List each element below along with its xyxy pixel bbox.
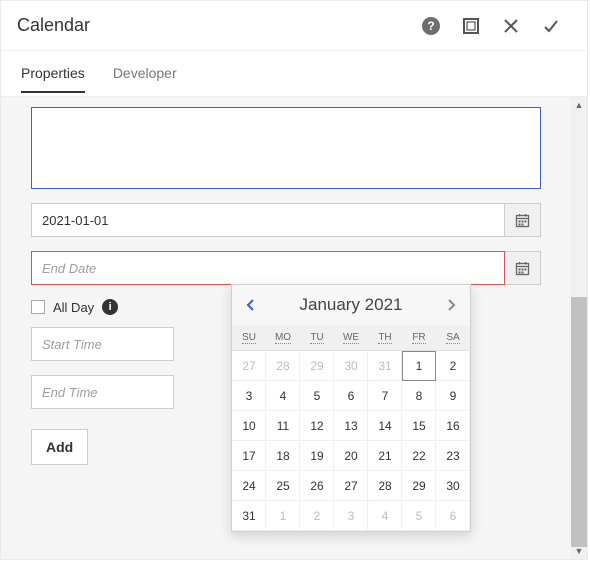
datepicker-day-cell[interactable]: 16 [436,411,470,441]
datepicker-day-cell[interactable]: 1 [402,351,436,381]
datepicker-day-cell[interactable]: 18 [266,441,300,471]
datepicker-day-cell[interactable]: 27 [232,351,266,381]
tab-properties[interactable]: Properties [21,65,85,93]
datepicker-day-cell[interactable]: 1 [266,501,300,531]
datepicker-dow-cell: WE [334,325,368,351]
vertical-scrollbar[interactable]: ▲ ▼ [571,97,587,559]
datepicker-day-cell[interactable]: 27 [334,471,368,501]
datepicker-day-cell[interactable]: 24 [232,471,266,501]
datepicker-day-cell[interactable]: 10 [232,411,266,441]
datepicker-day-cell[interactable]: 20 [334,441,368,471]
datepicker-dow-cell: FR [402,325,436,351]
chevron-left-icon [246,299,256,311]
start-time-input[interactable]: Start Time [31,327,174,361]
datepicker-day-cell[interactable]: 6 [436,501,470,531]
datepicker-day-cell[interactable]: 29 [300,351,334,381]
datepicker-day-cell[interactable]: 30 [334,351,368,381]
datepicker-next-button[interactable] [438,292,464,318]
fullscreen-button[interactable] [451,6,491,46]
datepicker-day-cell[interactable]: 15 [402,411,436,441]
datepicker-day-cell[interactable]: 21 [368,441,402,471]
datepicker-day-cell[interactable]: 31 [232,501,266,531]
end-time-row: End Time [31,375,174,409]
datepicker-dow-row: SUMOTUWETHFRSA [232,325,470,351]
datepicker-day-cell[interactable]: 4 [368,501,402,531]
datepicker-day-cell[interactable]: 26 [300,471,334,501]
datepicker-day-cell[interactable]: 2 [436,351,470,381]
start-date-row: 2021-01-01 [31,203,541,237]
all-day-label: All Day [53,300,94,315]
datepicker-day-cell[interactable]: 7 [368,381,402,411]
datepicker-day-cell[interactable]: 5 [300,381,334,411]
fullscreen-icon [463,18,479,34]
close-icon [503,18,519,34]
scroll-up-arrow[interactable]: ▲ [571,97,587,113]
datepicker-day-cell[interactable]: 22 [402,441,436,471]
end-time-input[interactable]: End Time [31,375,174,409]
datepicker-header: January 2021 [232,285,470,325]
datepicker-day-cell[interactable]: 8 [402,381,436,411]
datepicker-day-cell[interactable]: 2 [300,501,334,531]
start-date-input[interactable]: 2021-01-01 [31,203,505,237]
datepicker-day-cell[interactable]: 14 [368,411,402,441]
dialog-header: Calendar ? [1,1,587,51]
datepicker-days-grid: 2728293031123456789101112131415161718192… [232,351,470,531]
datepicker-prev-button[interactable] [238,292,264,318]
datepicker-day-cell[interactable]: 5 [402,501,436,531]
description-textarea[interactable] [31,107,541,189]
datepicker-day-cell[interactable]: 13 [334,411,368,441]
datepicker-day-cell[interactable]: 3 [334,501,368,531]
datepicker-day-cell[interactable]: 12 [300,411,334,441]
scroll-thumb[interactable] [571,297,587,547]
tabs: Properties Developer [1,51,587,93]
datepicker-popup: January 2021 SUMOTUWETHFRSA 272829303112… [231,284,471,532]
help-icon: ? [422,17,440,35]
end-date-picker-button[interactable] [505,251,541,285]
datepicker-day-cell[interactable]: 17 [232,441,266,471]
datepicker-day-cell[interactable]: 28 [368,471,402,501]
submit-button[interactable] [531,6,571,46]
chevron-right-icon [446,299,456,311]
end-date-input[interactable]: End Date [31,251,505,285]
datepicker-day-cell[interactable]: 23 [436,441,470,471]
datepicker-day-cell[interactable]: 6 [334,381,368,411]
scroll-down-arrow[interactable]: ▼ [571,543,587,559]
info-icon[interactable]: i [102,299,118,315]
end-date-row: End Date [31,251,541,285]
tab-developer[interactable]: Developer [113,65,177,93]
check-icon [542,17,560,35]
datepicker-day-cell[interactable]: 28 [266,351,300,381]
dialog-title: Calendar [17,15,411,36]
calendar-icon [515,213,530,228]
datepicker-dow-cell: SU [232,325,266,351]
datepicker-dow-cell: MO [266,325,300,351]
datepicker-day-cell[interactable]: 31 [368,351,402,381]
close-button[interactable] [491,6,531,46]
start-time-row: Start Time [31,327,174,361]
datepicker-day-cell[interactable]: 29 [402,471,436,501]
add-button[interactable]: Add [31,429,88,465]
datepicker-day-cell[interactable]: 11 [266,411,300,441]
all-day-checkbox[interactable] [31,300,45,314]
datepicker-day-cell[interactable]: 25 [266,471,300,501]
datepicker-dow-cell: SA [436,325,470,351]
datepicker-dow-cell: TH [368,325,402,351]
calendar-icon [515,261,530,276]
start-date-picker-button[interactable] [505,203,541,237]
datepicker-day-cell[interactable]: 3 [232,381,266,411]
dialog: Calendar ? [0,0,588,560]
datepicker-day-cell[interactable]: 19 [300,441,334,471]
header-actions: ? [411,6,571,46]
datepicker-day-cell[interactable]: 9 [436,381,470,411]
datepicker-day-cell[interactable]: 4 [266,381,300,411]
help-button[interactable]: ? [411,6,451,46]
datepicker-title: January 2021 [264,295,438,315]
datepicker-dow-cell: TU [300,325,334,351]
datepicker-day-cell[interactable]: 30 [436,471,470,501]
